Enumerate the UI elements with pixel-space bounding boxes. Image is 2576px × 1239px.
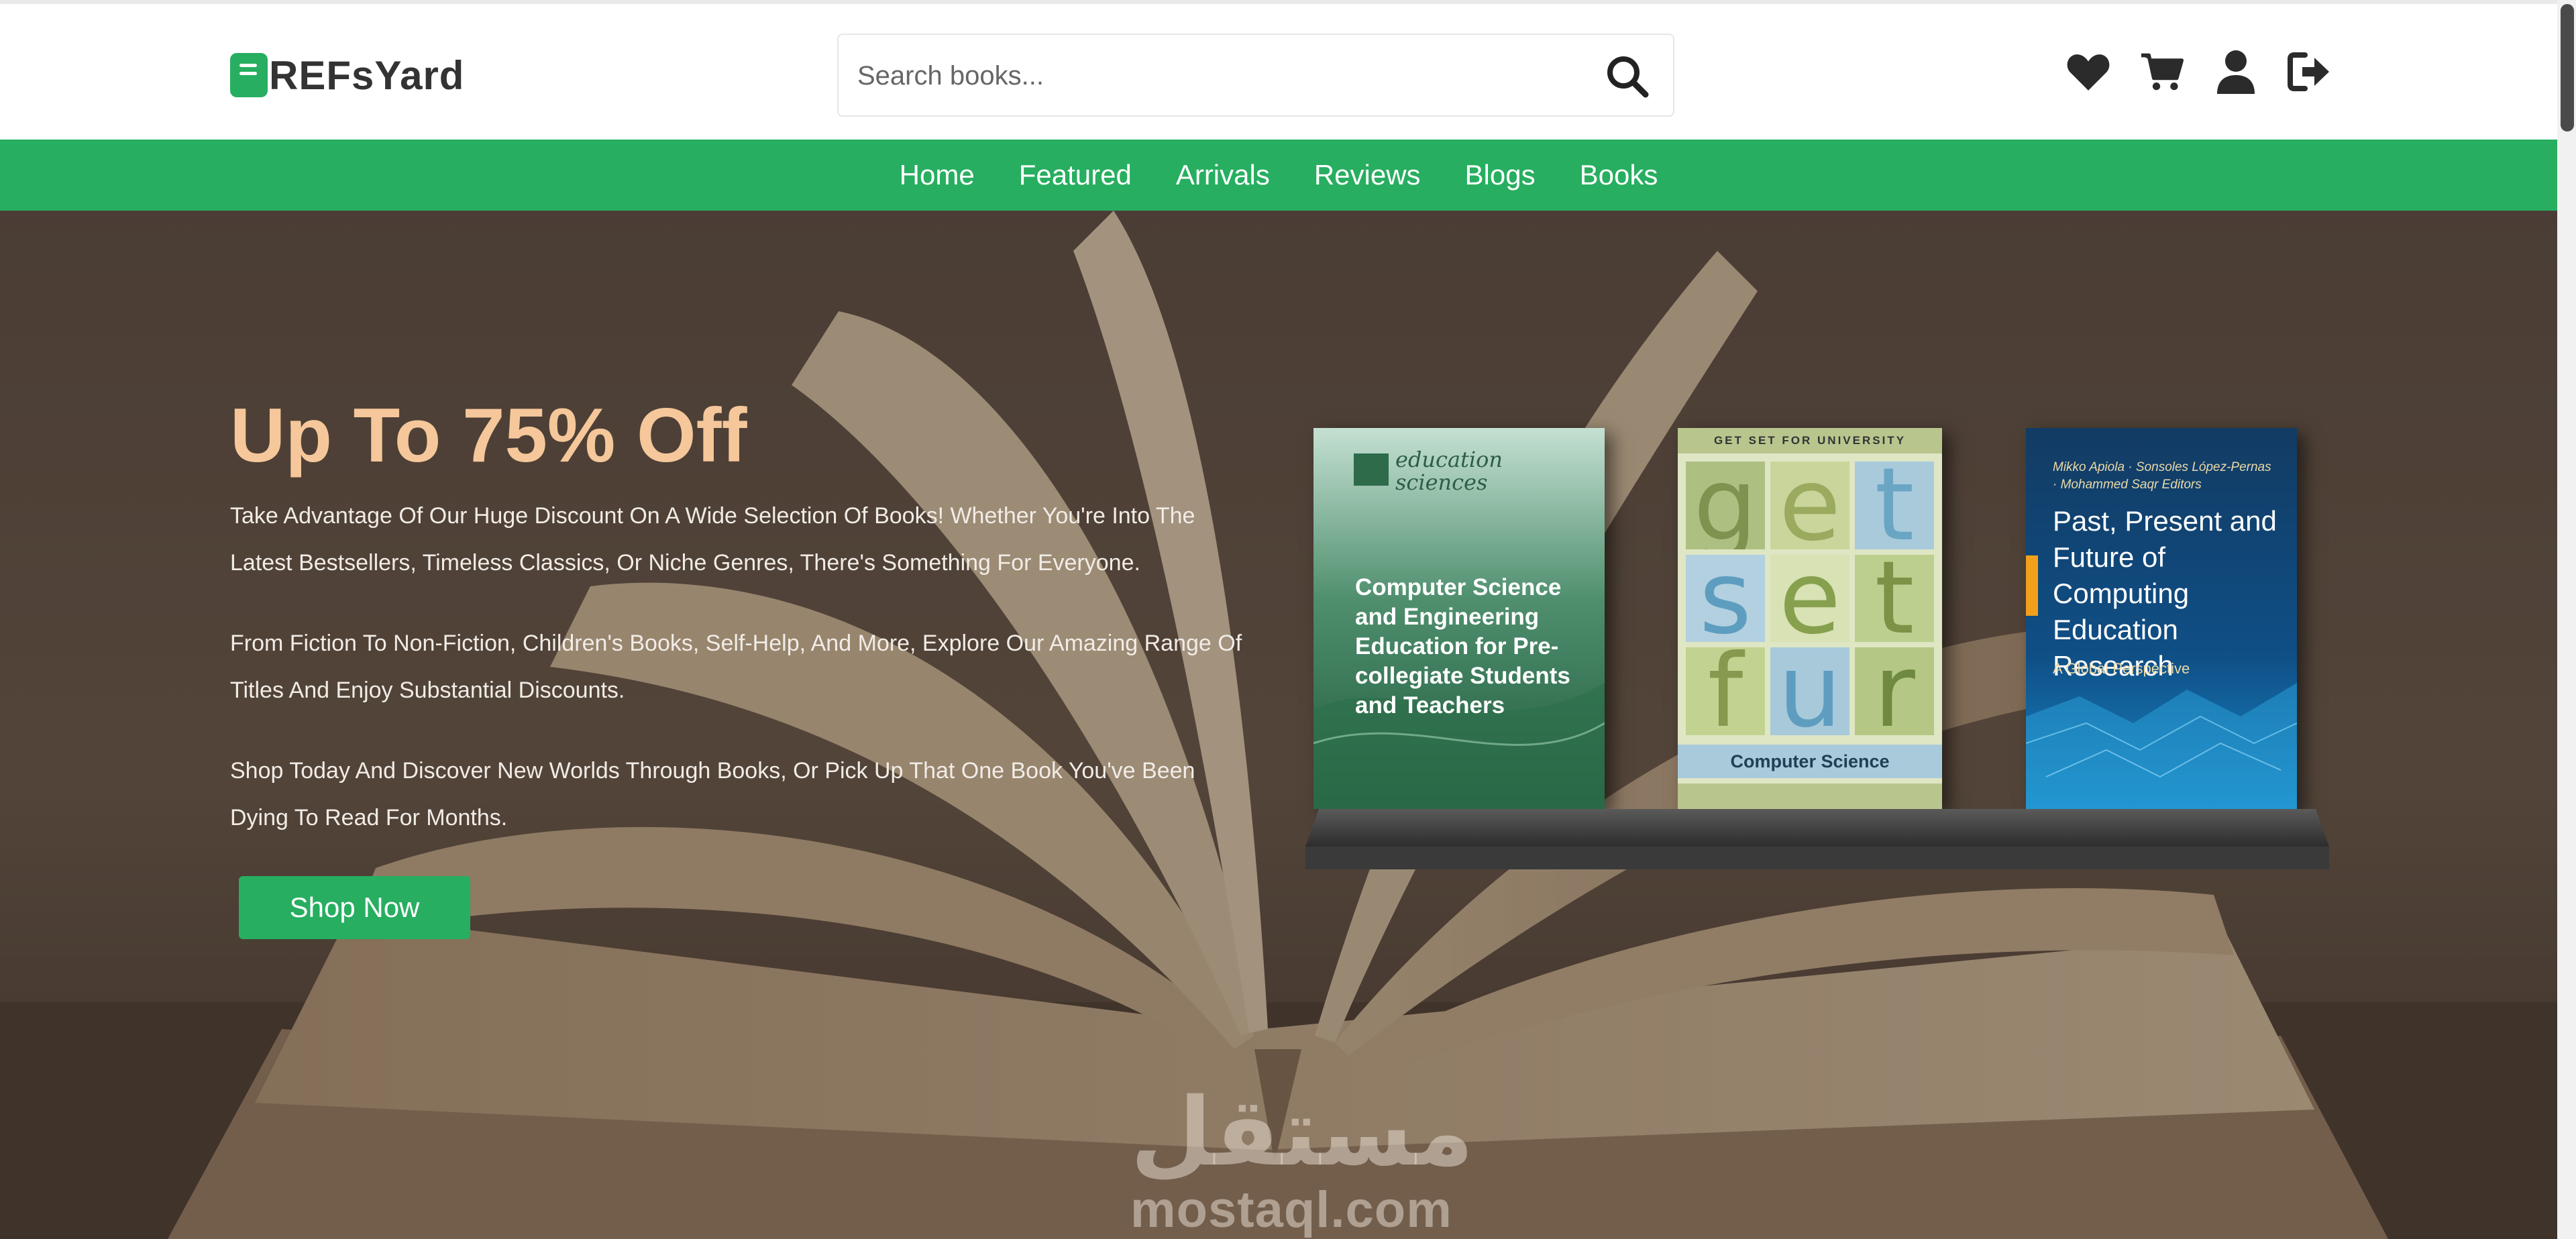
letter-tile: e xyxy=(1770,462,1849,549)
watermark-latin: mostaql.com xyxy=(1130,1181,1452,1238)
book-shelf xyxy=(1305,809,2329,869)
book-title: Past, Present and Future of Computing Ed… xyxy=(2053,505,2277,682)
book-publisher: education sciences xyxy=(1395,447,1503,495)
book-icon xyxy=(230,53,268,97)
hero-title: Up To 75% Off xyxy=(230,393,747,478)
header-icons xyxy=(2066,50,2332,94)
hero-paragraph-1: Take Advantage Of Our Huge Discount On A… xyxy=(230,503,1195,576)
nav-reviews[interactable]: Reviews xyxy=(1314,159,1421,191)
search-button[interactable] xyxy=(1602,51,1653,102)
site-header: REFsYard xyxy=(0,4,2557,140)
book-cover-education-sciences[interactable]: education sciences Computer Science and … xyxy=(1313,428,1605,809)
book-series: GET SET FOR UNIVERSITY xyxy=(1678,428,1942,453)
letter-tile: g xyxy=(1686,462,1765,549)
letter-tile: u xyxy=(1770,647,1849,735)
letter-tile: f xyxy=(1686,647,1765,735)
wishlist-button[interactable] xyxy=(2066,50,2110,94)
letter-tile: e xyxy=(1770,554,1849,643)
book-subtitle: A Global Perspective xyxy=(2053,660,2190,677)
shop-now-button[interactable]: Shop Now xyxy=(239,876,470,939)
letter-tile: s xyxy=(1686,554,1765,643)
nav-blogs[interactable]: Blogs xyxy=(1465,159,1536,191)
search-box xyxy=(837,34,1674,117)
hero-section: Up To 75% Off Take Advantage Of Our Huge… xyxy=(0,211,2557,1239)
book-authors: Mikko Apiola · Sonsoles López-Pernas · M… xyxy=(2053,460,2271,492)
cart-button[interactable] xyxy=(2140,50,2184,94)
account-button[interactable] xyxy=(2214,50,2258,94)
brand-logo[interactable]: REFsYard xyxy=(230,52,464,98)
nav-books[interactable]: Books xyxy=(1580,159,1658,191)
watermark: مستقل mostaql.com xyxy=(1130,1078,1474,1238)
watermark-arabic: مستقل xyxy=(1130,1078,1474,1187)
book-title: Computer Science xyxy=(1678,745,1942,778)
letter-tile: r xyxy=(1855,647,1934,735)
book-cover-get-set[interactable]: GET SET FOR UNIVERSITY g e t s e t f u r… xyxy=(1678,428,1942,809)
hero-paragraph-3: Shop Today And Discover New Worlds Throu… xyxy=(230,758,1195,830)
nav-featured[interactable]: Featured xyxy=(1019,159,1132,191)
cart-icon xyxy=(2141,53,2184,91)
scroll-thumb[interactable] xyxy=(2561,4,2574,131)
letter-grid: g e t s e t f u r xyxy=(1686,462,1934,735)
cover-footer-band xyxy=(1678,784,1942,809)
logout-button[interactable] xyxy=(2288,50,2332,94)
page-scrollbar[interactable] xyxy=(2557,0,2576,1239)
logout-icon xyxy=(2288,52,2329,91)
hero-paragraph-2: From Fiction To Non-Fiction, Children's … xyxy=(230,631,1242,703)
search-input[interactable] xyxy=(857,54,1528,98)
main-nav: Home Featured Arrivals Reviews Blogs Boo… xyxy=(0,140,2557,211)
nav-arrivals[interactable]: Arrivals xyxy=(1176,159,1270,191)
search-icon xyxy=(1607,56,1649,98)
nav-home[interactable]: Home xyxy=(900,159,975,191)
book-cover-computing-education-research[interactable]: Mikko Apiola · Sonsoles López-Pernas · M… xyxy=(2026,428,2297,809)
user-icon xyxy=(2217,50,2255,94)
book-title: Computer Science and Engineering Educati… xyxy=(1355,574,1570,718)
letter-tile: t xyxy=(1855,554,1934,643)
brand-name: REFsYard xyxy=(269,52,465,98)
letter-tile: t xyxy=(1855,462,1934,549)
heart-icon xyxy=(2067,54,2110,91)
